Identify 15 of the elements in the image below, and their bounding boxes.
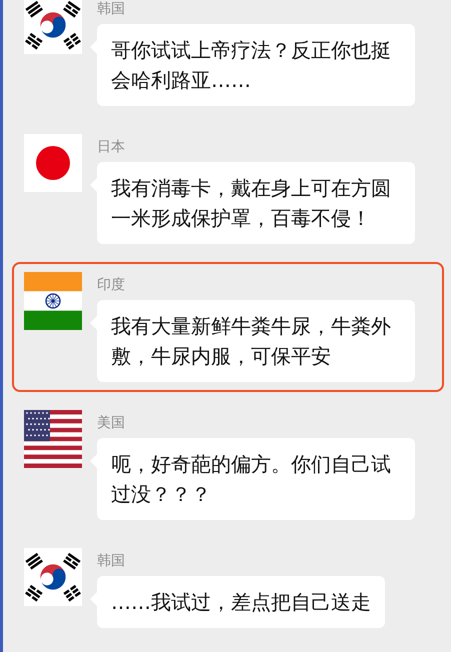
korea-flag-icon	[24, 548, 82, 606]
message-bubble: 呃，好奇葩的偏方。你们自己试过没？？？	[97, 438, 415, 520]
sender-name: 日本	[97, 138, 126, 156]
sender-name: 美国	[97, 414, 126, 432]
sender-name: 韩国	[97, 0, 126, 18]
sender-name: 印度	[97, 276, 126, 294]
sender-name: 韩国	[97, 552, 126, 570]
japan-flag-icon	[24, 134, 82, 192]
message-bubble: ……我试过，差点把自己送走	[97, 576, 385, 628]
usa-flag-icon	[24, 410, 82, 468]
korea-flag-icon	[24, 0, 82, 54]
message-bubble: 哥你试试上帝疗法？反正你也挺会哈利路亚……	[97, 24, 415, 106]
india-flag-icon	[24, 272, 82, 330]
message-bubble: 我有大量新鲜牛粪牛尿，牛粪外敷，牛尿内服，可保平安	[97, 300, 415, 382]
message-bubble: 我有消毒卡，戴在身上可在方圆一米形成保护罩，百毒不侵！	[97, 162, 415, 244]
